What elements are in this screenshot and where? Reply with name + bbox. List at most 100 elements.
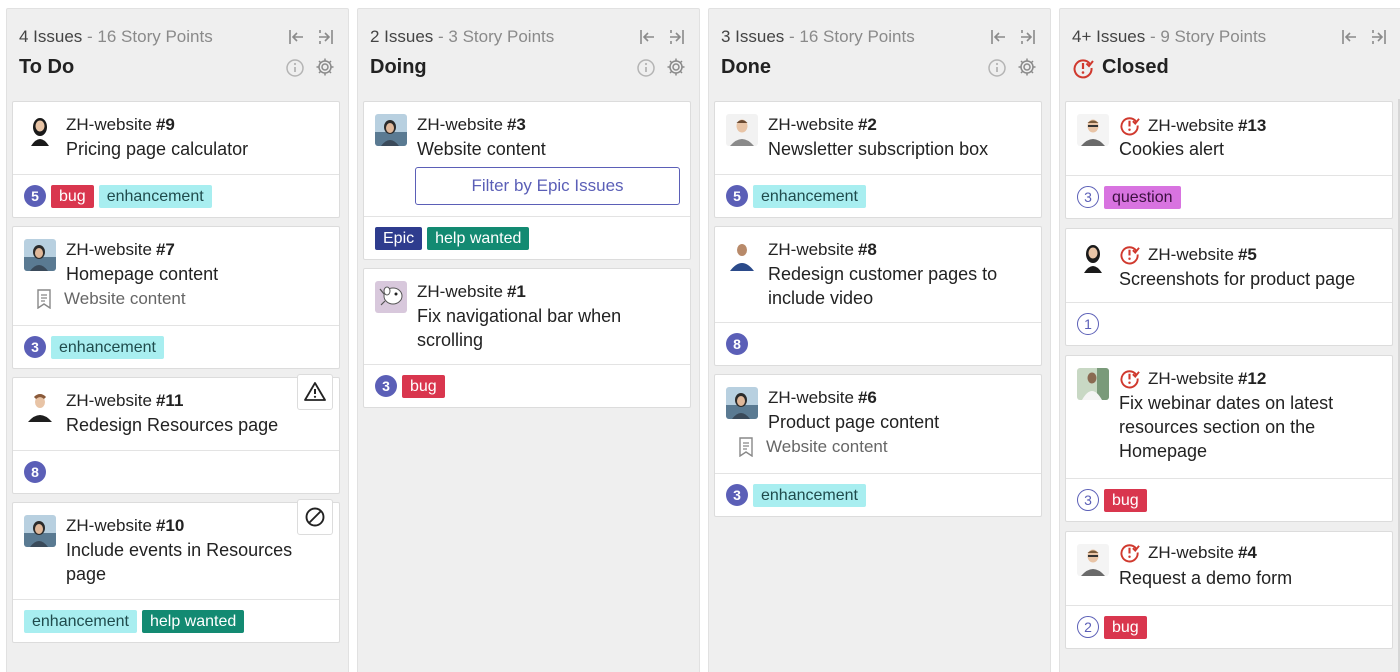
- card-footer: 3 enhancement: [13, 326, 339, 368]
- issue-title[interactable]: Request a demo form: [1119, 566, 1384, 590]
- issue-number: #8: [857, 240, 877, 259]
- card-footer: 8: [715, 323, 1041, 365]
- issue-title[interactable]: Fix webinar dates on latest resources se…: [1119, 391, 1381, 463]
- issue-count: 4 Issues: [19, 27, 83, 46]
- issue-reference[interactable]: ZH-website #6: [768, 388, 877, 408]
- issue-reference[interactable]: ZH-website #5: [1119, 244, 1257, 265]
- repo-name: ZH-website: [66, 391, 152, 410]
- issue-reference[interactable]: ZH-website #2: [768, 115, 877, 135]
- label-epic[interactable]: Epic: [375, 226, 423, 250]
- epic-link[interactable]: Website content: [738, 437, 888, 457]
- estimate-badge: 5: [24, 185, 46, 207]
- column-summary: 2 Issues - 3 Story Points: [370, 27, 554, 47]
- issue-card[interactable]: ZH-website #6 Product page content Websit…: [714, 374, 1042, 517]
- card-footer: Epic help wanted: [364, 217, 690, 259]
- gear-icon[interactable]: [1017, 57, 1037, 77]
- warning-button[interactable]: [297, 374, 333, 410]
- label-bug[interactable]: bug: [402, 374, 445, 398]
- info-icon[interactable]: [636, 58, 656, 78]
- estimate-badge: 3: [1077, 186, 1099, 208]
- issue-title[interactable]: Cookies alert: [1119, 137, 1384, 161]
- estimate-badge: 8: [24, 461, 46, 483]
- collapse-right-icon[interactable]: [1369, 27, 1389, 47]
- label-question[interactable]: question: [1104, 185, 1181, 209]
- issue-card[interactable]: ZH-website #12 Fix webinar dates on lates…: [1065, 355, 1393, 522]
- collapse-left-icon[interactable]: [286, 27, 306, 47]
- issue-card[interactable]: ZH-website #13 Cookies alert 3 question: [1065, 101, 1393, 219]
- issue-title[interactable]: Newsletter subscription box: [768, 137, 1033, 161]
- issue-reference[interactable]: ZH-website #7: [66, 240, 175, 260]
- card-footer: 5 bug enhancement: [13, 175, 339, 217]
- label-bug[interactable]: bug: [1104, 488, 1147, 512]
- label-enhancement[interactable]: enhancement: [24, 609, 137, 633]
- label-enhancement[interactable]: enhancement: [753, 483, 866, 507]
- issue-reference[interactable]: ZH-website #8: [768, 240, 877, 260]
- label-bug[interactable]: bug: [1104, 615, 1147, 639]
- gear-icon[interactable]: [666, 57, 686, 77]
- issue-title[interactable]: Pricing page calculator: [66, 137, 331, 161]
- issue-title[interactable]: Screenshots for product page: [1119, 267, 1384, 291]
- issue-reference[interactable]: ZH-website #10: [66, 516, 184, 536]
- issue-card[interactable]: ZH-website #2 Newsletter subscription box…: [714, 101, 1042, 218]
- collapse-right-icon[interactable]: [667, 27, 687, 47]
- estimate-badge: 8: [726, 333, 748, 355]
- info-icon[interactable]: [987, 58, 1007, 78]
- card-footer: 3 bug: [364, 365, 690, 407]
- blocked-button[interactable]: [297, 499, 333, 535]
- issue-number: #9: [155, 115, 175, 134]
- issue-card[interactable]: ZH-website #9 Pricing page calculator 5 b…: [12, 101, 340, 218]
- gear-icon[interactable]: [315, 57, 335, 77]
- label-enhancement[interactable]: enhancement: [98, 184, 212, 208]
- avatar: [1077, 241, 1109, 273]
- issue-card[interactable]: ZH-website #5 Screenshots for product pag…: [1065, 228, 1393, 346]
- issue-title[interactable]: Homepage content: [66, 262, 331, 286]
- issue-reference[interactable]: ZH-website #11: [66, 391, 183, 411]
- estimate-badge: 5: [726, 185, 748, 207]
- epic-card[interactable]: ZH-website #3 Website content Filter by E…: [363, 101, 691, 260]
- label-enhancement[interactable]: enhancement: [753, 184, 866, 208]
- filter-by-epic-button[interactable]: Filter by Epic Issues: [415, 167, 680, 205]
- closed-issue-icon: [1119, 368, 1140, 389]
- collapse-left-icon[interactable]: [637, 27, 657, 47]
- repo-name: ZH-website: [1148, 115, 1234, 135]
- issue-card[interactable]: ZH-website #7 Homepage content Website co…: [12, 226, 340, 369]
- issue-card[interactable]: ZH-website #11 Redesign Resources page 8: [12, 374, 340, 494]
- avatar: [24, 390, 56, 422]
- avatar: [1077, 114, 1109, 146]
- column-summary: 3 Issues - 16 Story Points: [721, 27, 915, 47]
- issue-reference[interactable]: ZH-website #4: [1119, 542, 1257, 563]
- issue-reference[interactable]: ZH-website #12: [1119, 368, 1266, 389]
- issue-card[interactable]: ZH-website #1 Fix navigational bar when s…: [363, 268, 691, 408]
- issue-card[interactable]: ZH-website #10 Include events in Resource…: [12, 499, 340, 643]
- label-bug[interactable]: bug: [51, 184, 94, 208]
- issue-reference[interactable]: ZH-website #1: [417, 282, 526, 302]
- issue-title[interactable]: Website content: [417, 137, 682, 161]
- avatar: [1077, 544, 1109, 576]
- issue-number: #2: [857, 115, 877, 134]
- collapse-left-icon[interactable]: [1339, 27, 1359, 47]
- label-help-wanted[interactable]: help wanted: [427, 226, 530, 250]
- avatar: [1077, 368, 1109, 400]
- column-title: Done: [721, 56, 771, 78]
- issue-reference[interactable]: ZH-website #9: [66, 115, 175, 135]
- issue-title[interactable]: Fix navigational bar when scrolling: [417, 304, 682, 352]
- issue-title[interactable]: Redesign Resources page: [66, 413, 331, 437]
- issue-card[interactable]: ZH-website #4 Request a demo form 2 bug: [1065, 531, 1393, 649]
- collapse-right-icon[interactable]: [316, 27, 336, 47]
- collapse-left-icon[interactable]: [988, 27, 1008, 47]
- issue-card[interactable]: ZH-website #8 Redesign customer pages to …: [714, 226, 1042, 366]
- estimate-badge: 3: [375, 375, 397, 397]
- avatar: [24, 515, 56, 547]
- issue-title[interactable]: Product page content: [768, 410, 1033, 434]
- info-icon[interactable]: [285, 58, 305, 78]
- issue-reference[interactable]: ZH-website #3: [417, 115, 526, 135]
- issue-reference[interactable]: ZH-website #13: [1119, 115, 1266, 136]
- epic-link[interactable]: Website content: [36, 289, 186, 309]
- label-help-wanted[interactable]: help wanted: [141, 609, 245, 633]
- column-header: 2 Issues - 3 Story Points Doing: [358, 9, 699, 99]
- issue-title[interactable]: Include events in Resources page: [66, 538, 331, 586]
- collapse-right-icon[interactable]: [1018, 27, 1038, 47]
- label-enhancement[interactable]: enhancement: [51, 335, 164, 359]
- repo-name: ZH-website: [66, 516, 152, 535]
- issue-title[interactable]: Redesign customer pages to include video: [768, 262, 1033, 310]
